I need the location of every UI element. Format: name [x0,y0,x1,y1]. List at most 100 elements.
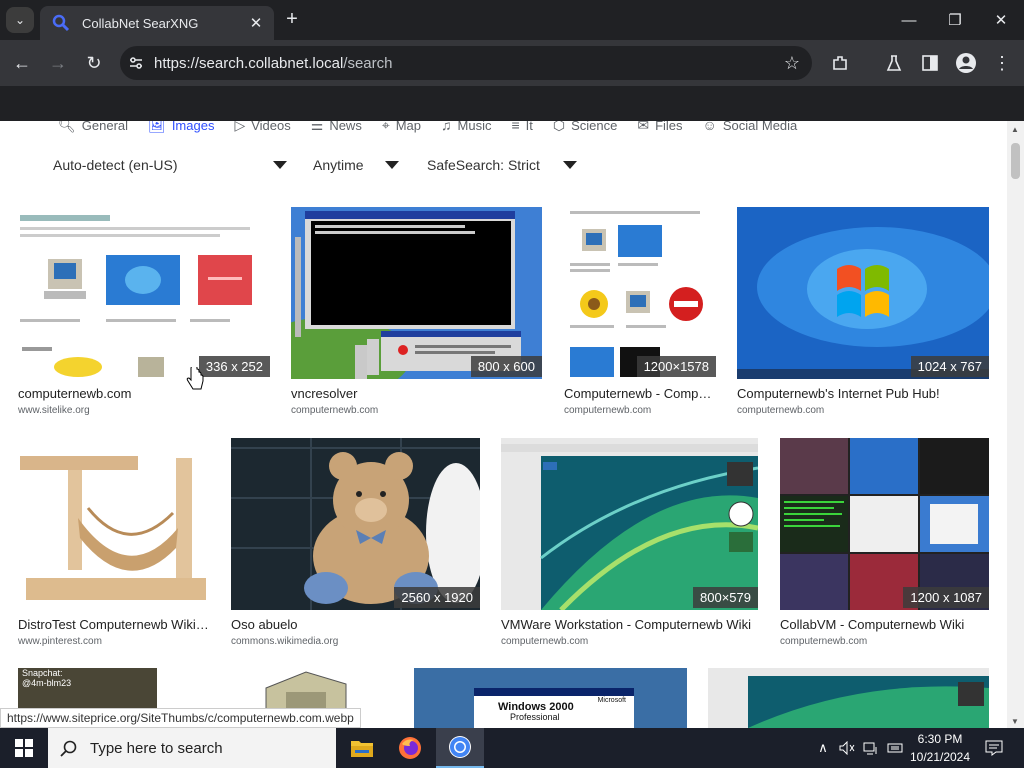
result-title[interactable]: Computernewb - Comp… [564,386,716,401]
image-size-badge: 800×579 [693,587,758,608]
result-thumbnail[interactable] [18,438,210,610]
result-title[interactable]: computernewb.com [18,386,270,401]
restore-icon[interactable]: ❐ [932,0,978,40]
windows-taskbar: Type here to search ∧ 6:30 PM 10/21/2024 [0,728,1024,768]
safesearch-select[interactable]: SafeSearch: Strict [427,157,577,173]
result-source: computernewb.com [780,636,868,647]
tab-news[interactable]: ☰ News [311,121,362,135]
chevron-down-icon: ⌄ [14,13,26,27]
image-size-badge: 1200×1578 [636,356,716,377]
newspaper-icon: ☰ [310,121,324,133]
tab-map[interactable]: ⌖ Map [382,121,421,135]
url-host: https://search.collabnet.local [154,54,344,72]
image-size-badge: 800 x 600 [470,356,542,377]
chrome-taskbar-icon[interactable] [436,728,484,768]
back-arrow-icon[interactable]: ← [6,47,38,79]
firefox-icon[interactable] [386,728,434,768]
show-hidden-icons-chevron-icon[interactable]: ∧ [812,728,834,768]
image-result[interactable]: 800×579 VMWare Workstation - Computernew… [501,438,758,650]
scroll-down-arrow-icon[interactable]: ▼ [1011,717,1019,726]
extensions-icon[interactable] [824,47,856,79]
tab-it[interactable]: ≡ It [511,121,532,135]
result-title[interactable]: Computernewb's Internet Pub Hub! [737,386,989,401]
tab-general[interactable]: 🔍︎ General [58,121,128,135]
profile-avatar-icon[interactable] [950,47,982,79]
close-tab-icon[interactable]: ✕ [244,14,268,32]
result-thumbnail[interactable] [291,207,542,379]
tab-videos[interactable]: ▷ Videos [234,121,290,135]
link-status-bar: https://www.siteprice.org/SiteThumbs/c/c… [0,708,361,728]
scroll-up-arrow-icon[interactable]: ▲ [1011,125,1019,134]
clock-date: 10/21/2024 [909,750,971,764]
tab-social-media[interactable]: ☺ Social Media [703,121,798,135]
address-bar[interactable]: https://search.collabnet.local/search ☆ [120,46,812,80]
result-thumbnail[interactable]: Microsoft Windows 2000 Professional [414,668,687,728]
time-range-select[interactable]: Anytime [313,157,399,173]
page-scrollbar[interactable]: ▲ ▼ [1007,121,1024,728]
tab-images[interactable]: 🖼︎ Images [148,121,214,135]
image-icon: 🖼︎ [148,121,166,133]
result-thumbnail[interactable] [780,438,989,610]
image-result[interactable]: DistroTest Computernewb Wiki… www.pinter… [18,438,210,650]
image-result[interactable]: Microsoft Windows 2000 Professional [414,668,687,728]
forward-arrow-icon[interactable]: → [42,47,74,79]
result-title[interactable]: CollabVM - Computernewb Wiki [780,617,989,632]
image-size-badge: 336 x 252 [198,356,270,377]
result-thumbnail[interactable] [18,207,270,379]
result-source: www.pinterest.com [18,636,102,647]
side-panel-icon[interactable] [914,47,946,79]
clock-time: 6:30 PM [917,732,963,746]
tab-science[interactable]: ⬡ Science [553,121,617,135]
result-thumbnail[interactable] [564,207,716,379]
browser-toolbar: ← → ↻ https://search.collabnet.local/sea… [0,40,1024,86]
result-thumbnail[interactable] [231,438,480,610]
result-thumbnail[interactable] [737,207,989,379]
notification-center-icon[interactable] [980,728,1008,768]
image-result[interactable]: 336 x 252 computernewb.com www.sitelike.… [18,207,270,417]
layers-icon: ≡ [511,121,520,133]
result-source: computernewb.com [564,405,652,416]
labs-flask-icon[interactable] [878,47,910,79]
taskbar-clock[interactable]: 6:30 PM 10/21/2024 [906,730,974,766]
file-explorer-icon[interactable] [338,728,386,768]
mail-icon: ✉ [637,121,650,133]
reload-icon[interactable]: ↻ [78,47,110,79]
result-title[interactable]: vncresolver [291,386,542,401]
image-result[interactable]: 1024 x 767 Computernewb's Internet Pub H… [737,207,989,417]
star-icon[interactable]: ☆ [784,53,800,74]
site-info-icon[interactable] [128,55,144,71]
scrollbar-thumb[interactable] [1011,143,1020,179]
tab-files[interactable]: ✉ Files [637,121,682,135]
active-tab[interactable]: CollabNet SearXNG ✕ [40,6,274,40]
result-thumbnail[interactable] [708,668,989,728]
image-result[interactable] [708,668,989,728]
windows-logo-icon [15,739,33,757]
taskbar-search-box[interactable]: Type here to search [48,728,336,768]
result-title[interactable]: VMWare Workstation - Computernewb Wiki [501,617,758,632]
close-window-icon[interactable]: ✕ [978,0,1024,40]
image-result[interactable]: 1200 x 1087 CollabVM - Computernewb Wiki… [780,438,989,650]
language-select[interactable]: Auto-detect (en-US) [53,157,287,173]
search-page: 🔍︎ General 🖼︎ Images ▷ Videos ☰ News ⌖ Map ♫ M… [0,121,1024,728]
volume-muted-icon[interactable] [836,728,858,768]
network-icon[interactable] [860,728,882,768]
search-icon: 🔍︎ [58,121,76,133]
result-thumbnail[interactable] [501,438,758,610]
image-result[interactable]: 800 x 600 vncresolver computernewb.com [291,207,542,417]
minimize-icon[interactable]: — [886,0,932,40]
keyboard-input-icon[interactable] [884,728,906,768]
result-title[interactable]: Oso abuelo [231,617,480,632]
chevron-down-icon [273,161,287,169]
result-title[interactable]: DistroTest Computernewb Wiki… [18,617,210,632]
tab-title: CollabNet SearXNG [82,15,199,31]
tab-search-button[interactable]: ⌄ [6,7,34,33]
menu-kebab-icon[interactable]: ⋮ [986,47,1018,79]
url-path: /search [343,54,393,72]
result-source: commons.wikimedia.org [231,636,339,647]
new-tab-button[interactable]: + [282,7,302,33]
start-button[interactable] [0,728,48,768]
image-result[interactable]: 1200×1578 Computernewb - Comp… computern… [564,207,716,417]
image-result[interactable]: 2560 x 1920 Oso abuelo commons.wikimedia… [231,438,480,650]
tab-music[interactable]: ♫ Music [441,121,491,135]
thumbnail-caption: Snapchat: @4m-blm23 [22,668,72,688]
